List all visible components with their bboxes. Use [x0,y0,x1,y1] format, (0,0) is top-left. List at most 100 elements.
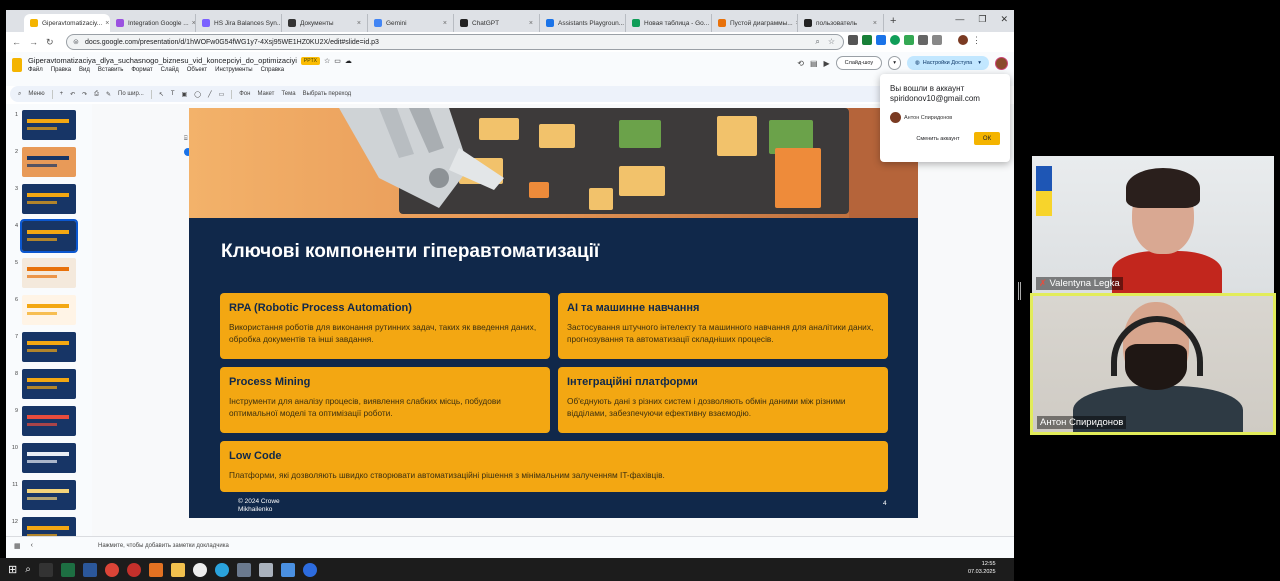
file-explorer-icon[interactable] [170,562,185,577]
close-icon[interactable]: ✕ [1000,14,1008,25]
tab-close-icon[interactable]: × [354,20,361,27]
grid-view-icon[interactable]: ▦ [14,542,21,550]
menu-item[interactable]: Справка [261,67,285,73]
slide-thumbnail[interactable] [22,147,76,177]
tab-close-icon[interactable]: × [102,20,109,27]
menu-item[interactable]: Слайд [161,67,179,73]
slide-thumbnail[interactable] [22,184,76,214]
collapse-icon[interactable]: ‹ [31,542,33,550]
move-folder-icon[interactable]: ▭ [334,57,341,65]
text-box-icon[interactable]: T [171,91,175,97]
slide-thumbnail-row[interactable]: 7 [10,332,88,362]
extension-icon[interactable] [918,35,928,45]
menus-label[interactable]: Меню [28,91,44,97]
search-menus-icon[interactable]: ⌕ [18,91,21,98]
layout-label[interactable]: Макет [257,91,274,97]
browser-tab[interactable]: Документы × [282,14,368,32]
taskbar-clock[interactable]: 12:55 07.03.2025 [968,560,996,576]
slide-thumbnail-row[interactable]: 1 [10,110,88,140]
telegram-icon[interactable] [214,562,229,577]
menu-item[interactable]: Инструменты [215,67,252,73]
comment-add-icon[interactable]: ▭ [219,91,225,98]
slide-thumbnail[interactable] [22,517,76,536]
menu-item[interactable]: Файл [28,67,43,73]
panel-resize-handle[interactable] [1018,282,1021,300]
extension-icon[interactable] [904,35,914,45]
image-icon[interactable]: ▣ [182,91,188,98]
paint-format-icon[interactable]: ✎ [106,91,111,98]
slide-thumbnail[interactable] [22,480,76,510]
meet-icon[interactable]: ▶ [824,59,830,68]
browser-tab[interactable]: Integration Google ... × [110,14,196,32]
slideshow-button[interactable]: Слайд-шоу [835,56,883,70]
menu-item[interactable]: Объект [187,67,207,73]
new-slide-icon[interactable]: + [60,91,64,97]
current-slide[interactable]: Ключові компоненти гіперавтоматизації RP… [189,108,918,518]
profile-avatar[interactable] [958,35,968,45]
star-icon[interactable]: ☆ [324,57,330,65]
zoom-dropdown[interactable]: По шир... [118,91,144,97]
video-tile-valentyna[interactable]: ✗ Valentyna Legka [1032,156,1274,293]
slide-thumbnail[interactable] [22,110,76,140]
app-icon[interactable] [280,562,295,577]
browser-tab[interactable]: Новая таблица - Go...× [626,14,712,32]
slide-thumbnail-row[interactable]: 12 [10,517,88,536]
slide-thumbnail[interactable] [22,406,76,436]
new-tab-button[interactable]: + [890,15,896,27]
app-icon[interactable] [148,562,163,577]
app-icon[interactable] [126,562,141,577]
speaker-notes-field[interactable]: Нажмите, чтобы добавить заметки докладчи… [98,543,229,549]
switch-account-button[interactable]: Сменить аккаунт [908,133,968,145]
app-icon[interactable] [302,562,317,577]
address-bar[interactable]: ⊜ docs.google.com/presentation/d/1hWOFw0… [66,34,844,50]
transition-label[interactable]: Выбрать переход [303,91,352,97]
zoom-icon[interactable]: ⌕ [815,37,819,47]
word-icon[interactable] [82,562,97,577]
tab-close-icon[interactable]: × [870,20,877,27]
forward-icon[interactable]: → [29,37,38,47]
chrome-icon[interactable] [104,562,119,577]
browser-tab[interactable]: HS Jira Balances Syn...× [196,14,282,32]
search-icon[interactable]: ⌕ [25,564,31,575]
excel-icon[interactable] [60,562,75,577]
browser-tab[interactable]: Пустой диаграммы...× [712,14,798,32]
print-icon[interactable]: ⎙ [94,91,99,98]
browser-tab[interactable]: Giperavtomatizaciy... × [24,14,110,32]
undo-icon[interactable]: ↶ [70,91,75,98]
tab-close-icon[interactable]: × [440,20,447,27]
windows-start-icon[interactable]: ⊞ [8,563,17,576]
slide-thumbnail-row[interactable]: 10 [10,443,88,473]
slide-thumbnail[interactable] [22,295,76,325]
theme-label[interactable]: Тема [281,91,295,97]
shape-icon[interactable]: ◯ [194,91,201,98]
puzzle-icon[interactable] [932,35,942,45]
minimize-icon[interactable]: — [955,14,964,25]
redo-icon[interactable]: ↷ [82,91,87,98]
slide-thumbnail[interactable] [22,258,76,288]
slide-thumbnail-row[interactable]: 11 [10,480,88,510]
slide-thumbnail-row[interactable]: 3 [10,184,88,214]
menu-item[interactable]: Вид [79,67,90,73]
browser-tab[interactable]: Assistants Playgroun...× [540,14,626,32]
tab-close-icon[interactable]: × [526,20,533,27]
document-title[interactable]: Giperavtomatizaciya_dlya_suchasnogo_bizn… [28,56,297,65]
app-icon[interactable] [192,562,207,577]
slide-thumbnail-row[interactable]: 2 [10,147,88,177]
slide-thumbnail-row[interactable]: 4 [10,219,88,253]
browser-tab[interactable]: Gemini × [368,14,454,32]
back-icon[interactable]: ← [12,37,21,47]
history-icon[interactable]: ⟲ [797,59,804,68]
extension-icon[interactable] [848,35,858,45]
slide-thumbnail-row[interactable]: 8 [10,369,88,399]
select-icon[interactable]: ↖ [159,91,164,98]
extension-icon[interactable] [890,35,900,45]
video-tile-anton[interactable]: Антон Спиридонов [1030,293,1276,435]
menu-item[interactable]: Правка [51,67,71,73]
line-icon[interactable]: ╱ [208,91,212,98]
app-icon[interactable] [236,562,251,577]
slide-thumbnail-row[interactable]: 6 [10,295,88,325]
account-avatar[interactable] [995,56,1008,70]
reload-icon[interactable]: ↻ [46,37,54,48]
task-view-icon[interactable] [38,562,53,577]
slide-thumbnail-row[interactable]: 5 [10,258,88,288]
